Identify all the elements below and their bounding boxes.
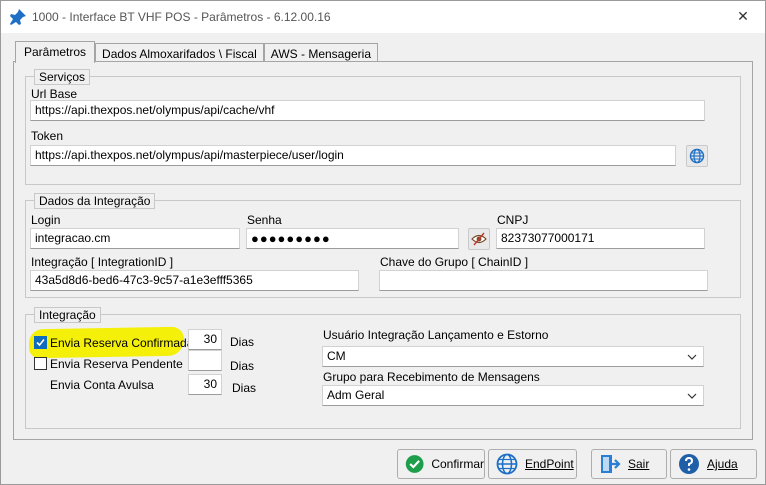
chave-grupo-label: Chave do Grupo [ ChainID ]	[380, 255, 529, 269]
ajuda-button[interactable]: Ajuda	[670, 449, 757, 479]
integracao-id-field[interactable]: 43a5d8d6-bed6-47c3-9c57-a1e3efff5365	[30, 270, 359, 291]
url-base-label: Url Base	[31, 87, 78, 101]
integracao-legend: Integração	[34, 307, 101, 323]
dias-label-3: Dias	[232, 381, 257, 395]
close-icon: ✕	[737, 9, 749, 25]
help-icon	[679, 454, 699, 474]
cnpj-field[interactable]: 82373077000171	[496, 228, 705, 249]
endpoint-button[interactable]: EndPoint	[488, 449, 577, 479]
chave-grupo-field[interactable]	[379, 270, 708, 291]
envia-conta-avulsa-label: Envia Conta Avulsa	[50, 378, 154, 392]
envia-reserva-confirmada-days[interactable]: 30	[188, 329, 222, 350]
eye-icon	[471, 232, 487, 246]
window-title: 1000 - Interface BT VHF POS - Parâmetros…	[32, 10, 331, 24]
chevron-down-icon	[687, 354, 697, 360]
sair-button[interactable]: Sair	[591, 449, 667, 479]
dias-label-2: Dias	[230, 359, 255, 373]
login-field[interactable]: integracao.cm	[30, 228, 240, 249]
servicos-legend: Serviços	[34, 69, 91, 85]
globe-icon	[496, 453, 518, 475]
cnpj-label: CNPJ	[497, 213, 529, 227]
usuario-integracao-select[interactable]: CM	[322, 346, 704, 367]
envia-reserva-confirmada-label: Envia Reserva Confirmada	[50, 336, 194, 350]
servicos-group: Serviços	[25, 69, 741, 185]
token-globe-button[interactable]	[686, 145, 708, 167]
grupo-mensagens-select[interactable]: Adm Geral	[322, 385, 704, 406]
envia-reserva-pendente-days[interactable]	[188, 350, 222, 371]
globe-icon	[689, 148, 705, 164]
pin-icon	[10, 9, 26, 25]
endpoint-label: EndPoint	[525, 457, 574, 471]
url-base-field[interactable]: https://api.thexpos.net/olympus/api/cach…	[30, 100, 705, 121]
usuario-integracao-label: Usuário Integração Lançamento e Estorno	[323, 328, 549, 342]
confirmar-button[interactable]: Confirmar	[397, 449, 485, 479]
envia-conta-avulsa-days[interactable]: 30	[188, 374, 222, 395]
envia-reserva-pendente-checkbox[interactable]	[34, 357, 47, 370]
integracao-id-label: Integração [ IntegrationID ]	[31, 255, 174, 269]
grupo-mensagens-value: Adm Geral	[327, 388, 385, 402]
senha-field[interactable]: ●●●●●●●●●	[246, 228, 459, 249]
envia-reserva-confirmada-checkbox[interactable]	[34, 336, 47, 349]
tab-parametros[interactable]: Parâmetros	[15, 41, 96, 63]
parametros-window: 1000 - Interface BT VHF POS - Parâmetros…	[0, 0, 766, 485]
dados-integracao-legend: Dados da Integração	[34, 193, 156, 209]
check-circle-icon	[405, 455, 424, 473]
grupo-mensagens-label: Grupo para Recebimento de Mensagens	[323, 370, 540, 384]
dias-label-1: Dias	[230, 335, 255, 349]
ajuda-label: Ajuda	[707, 457, 738, 471]
show-password-button[interactable]	[468, 228, 490, 250]
confirmar-label: Confirmar	[431, 457, 484, 471]
usuario-integracao-value: CM	[327, 349, 346, 363]
close-button[interactable]: ✕	[721, 1, 765, 33]
token-label: Token	[31, 129, 64, 143]
tab-strip: Parâmetros Dados Almoxarifados \ Fiscal …	[15, 41, 379, 64]
sair-label: Sair	[628, 457, 650, 471]
exit-door-icon	[601, 455, 621, 473]
envia-reserva-pendente-label: Envia Reserva Pendente	[50, 357, 183, 371]
login-label: Login	[31, 213, 61, 227]
title-bar: 1000 - Interface BT VHF POS - Parâmetros…	[1, 1, 765, 33]
checkmark-icon	[36, 338, 45, 347]
chevron-down-icon	[687, 393, 697, 399]
token-field[interactable]: https://api.thexpos.net/olympus/api/mast…	[30, 145, 676, 166]
senha-label: Senha	[247, 213, 282, 227]
